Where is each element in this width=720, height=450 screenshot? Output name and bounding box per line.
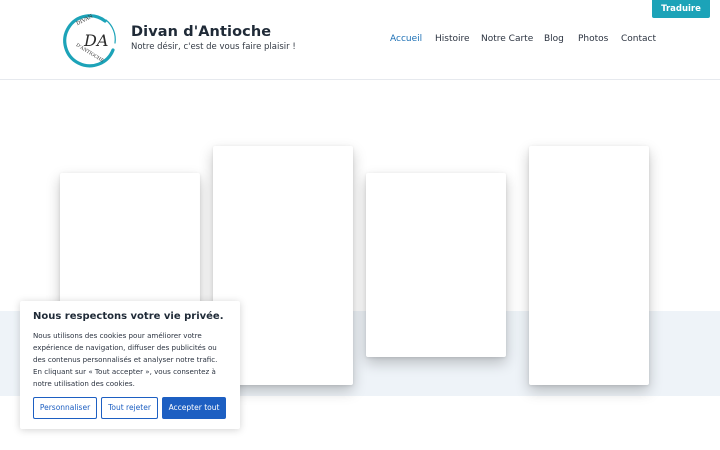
cookie-actions: Personnaliser Tout rejeter Accepter tout bbox=[33, 397, 233, 419]
nav-item-notre-carte[interactable]: Notre Carte bbox=[481, 34, 533, 44]
cookie-title: Nous respectons votre vie privée. bbox=[33, 311, 224, 322]
translate-button[interactable]: Traduire bbox=[652, 0, 710, 18]
site-header: DIVAN DA D'ANTIOCHE Divan d'Antioche Not… bbox=[0, 0, 720, 80]
reject-all-button[interactable]: Tout rejeter bbox=[101, 397, 158, 419]
cookie-banner: Nous respectons votre vie privée. Nous u… bbox=[20, 301, 240, 429]
photo-card-3[interactable] bbox=[366, 173, 506, 357]
accept-all-button[interactable]: Accepter tout bbox=[162, 397, 226, 419]
photo-card-4[interactable] bbox=[529, 146, 649, 385]
main-nav: Accueil Histoire Notre Carte Blog Photos… bbox=[0, 34, 720, 48]
nav-item-accueil[interactable]: Accueil bbox=[390, 34, 422, 44]
nav-item-contact[interactable]: Contact bbox=[621, 34, 656, 44]
cookie-text: Nous utilisons des cookies pour améliore… bbox=[33, 331, 218, 388]
nav-item-blog[interactable]: Blog bbox=[544, 34, 564, 44]
customize-cookies-button[interactable]: Personnaliser bbox=[33, 397, 97, 419]
nav-item-histoire[interactable]: Histoire bbox=[435, 34, 470, 44]
nav-item-photos[interactable]: Photos bbox=[578, 34, 608, 44]
